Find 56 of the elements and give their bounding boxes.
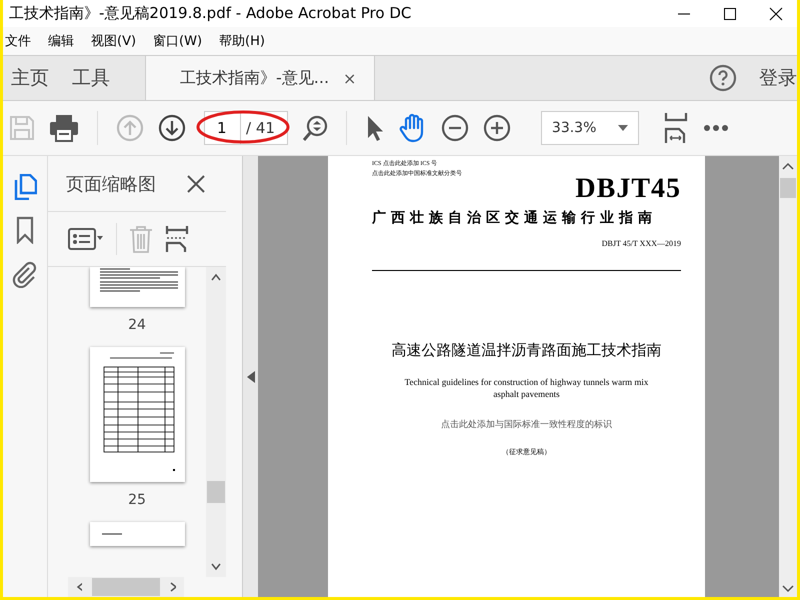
page-number-field[interactable]: 1	[205, 112, 241, 144]
panel-title: 页面缩略图	[66, 172, 156, 196]
standard-code: DBJT45	[575, 173, 681, 205]
scrollbar-thumb[interactable]	[92, 578, 160, 596]
more-icon[interactable]	[703, 124, 730, 132]
page-number-label: 25	[128, 492, 146, 508]
options-menu-icon[interactable]	[68, 226, 104, 252]
organization-title: 广西壮族自治区交通运输行业指南	[372, 209, 658, 227]
nav-tab[interactable]: 主页	[3, 56, 64, 100]
close-icon[interactable]	[769, 6, 783, 20]
print-icon[interactable]	[49, 114, 79, 142]
scroll-right-icon[interactable]	[170, 582, 176, 592]
zoom-out-icon[interactable]	[440, 114, 469, 142]
scroll-up-icon[interactable]	[782, 162, 794, 170]
page-thumbnail[interactable]	[90, 267, 184, 307]
document-tab[interactable]: 工技术指南》-意见... ×	[145, 56, 376, 100]
caret-icon	[618, 125, 628, 131]
scrollbar-thumb[interactable]	[207, 481, 225, 503]
page-number-label: 24	[128, 317, 146, 333]
panel-collapse-handle[interactable]	[242, 156, 258, 597]
pages-icon[interactable]	[13, 174, 37, 200]
tab-close-button[interactable]: ×	[343, 68, 356, 88]
close-icon[interactable]	[186, 174, 206, 194]
horizontal-scrollbar[interactable]	[68, 577, 184, 597]
vertical-scrollbar[interactable]	[206, 267, 226, 577]
document-scrollbar[interactable]	[779, 156, 797, 597]
scroll-left-icon[interactable]	[76, 582, 82, 592]
paperclip-icon[interactable]	[12, 260, 38, 288]
menu-item[interactable]: 窗口(W)	[153, 32, 202, 50]
fit-width-icon[interactable]	[663, 112, 690, 144]
page-thumbnail[interactable]	[90, 522, 184, 546]
consistency-note: 点击此处添加与国际标准一致性程度的标识	[440, 418, 613, 431]
nav-tab[interactable]: 工具	[64, 56, 125, 100]
scrollbar-thumb[interactable]	[780, 178, 796, 198]
scroll-down-icon[interactable]	[211, 563, 221, 571]
scroll-up-icon[interactable]	[211, 273, 221, 281]
help-icon[interactable]	[709, 64, 737, 92]
english-title: Technical guidelines for construction of highway tunnels warm mix asphalt pavements	[404, 376, 650, 400]
scroll-down-icon[interactable]	[782, 585, 794, 593]
maximize-icon[interactable]	[723, 6, 737, 20]
page-count: / 41	[245, 118, 276, 139]
menu-item[interactable]: 文件	[5, 32, 31, 50]
page-thumbnail[interactable]	[90, 347, 184, 482]
bookmark-icon[interactable]	[16, 216, 34, 244]
insert-page-icon[interactable]	[165, 225, 189, 253]
zoom-dropdown[interactable]: 33.3%	[540, 111, 640, 145]
menu-item[interactable]: 视图(V)	[91, 32, 136, 50]
menu-item[interactable]: 帮助(H)	[219, 32, 265, 50]
zoom-in-icon[interactable]	[482, 114, 511, 142]
zoom-stepper-icon[interactable]	[302, 114, 328, 142]
standard-number: DBJT 45/T XXX—2019	[602, 239, 681, 248]
sign-in-link[interactable]: 登录	[759, 65, 797, 91]
menu-item[interactable]: 编辑	[48, 32, 74, 50]
document-title: 高速公路隧道温拌沥青路面施工技术指南	[390, 341, 662, 360]
window-title: 工技术指南》-意见稿2019.8.pdf - Adobe Acrobat Pro DC	[9, 4, 412, 23]
document-tab-label: 工技术指南》-意见...	[180, 68, 330, 88]
